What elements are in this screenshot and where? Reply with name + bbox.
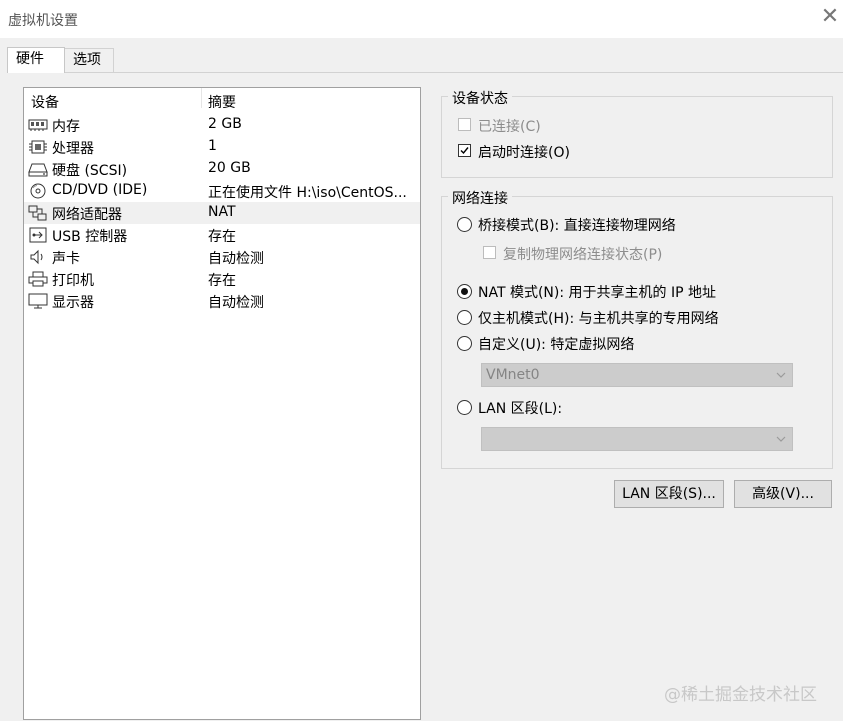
device-list[interactable]: 设备 摘要 内存 2 GB 处理器 1 硬盘 (SCSI) 20 GB CD/D… (23, 87, 421, 720)
device-summary: 存在 (208, 273, 236, 289)
column-header-summary[interactable]: 摘要 (208, 92, 236, 112)
advanced-button[interactable]: 高级(V)... (734, 480, 832, 508)
device-name: 打印机 (52, 273, 94, 289)
host-only-label: 仅主机模式(H): 与主机共享的专用网络 (478, 311, 719, 327)
device-summary: 20 GB (208, 160, 251, 176)
radio-circle (457, 284, 472, 299)
device-summary: 正在使用文件 H:\iso\CentOS... (208, 185, 407, 201)
chevron-down-icon (774, 368, 788, 382)
radio-circle (457, 310, 472, 325)
device-name: USB 控制器 (52, 229, 128, 245)
radio-circle (457, 217, 472, 232)
replicate-state-label: 复制物理网络连接状态(P) (503, 247, 663, 263)
connect-on-start-label: 启动时连接(O) (478, 145, 570, 161)
device-name: 显示器 (52, 295, 94, 311)
device-row-cd-dvd[interactable]: CD/DVD (IDE) 正在使用文件 H:\iso\CentOS... (24, 180, 420, 202)
device-row-display[interactable]: 显示器 自动检测 (24, 290, 420, 312)
column-header-device[interactable]: 设备 (31, 92, 59, 112)
device-summary: 自动检测 (208, 295, 264, 311)
close-icon[interactable]: ✕ (817, 4, 843, 30)
device-name: 硬盘 (SCSI) (52, 163, 128, 179)
device-row-sound-card[interactable]: 声卡 自动检测 (24, 246, 420, 268)
chevron-down-icon (774, 432, 788, 446)
lan-segment-label: LAN 区段(L): (478, 401, 563, 417)
column-separator (201, 88, 202, 108)
custom-network-value: VMnet0 (486, 367, 540, 383)
custom-label: 自定义(U): 特定虚拟网络 (478, 337, 635, 353)
memory-icon (28, 117, 48, 133)
network-connection-title: 网络连接 (448, 188, 512, 208)
watermark: @稀土掘金技术社区 (664, 685, 817, 705)
device-summary: 自动检测 (208, 251, 264, 267)
usb-icon (28, 227, 48, 243)
device-name: 内存 (52, 119, 80, 135)
monitor-icon (28, 293, 48, 309)
network-adapter-icon (28, 205, 48, 221)
radio-circle (457, 336, 472, 351)
title-bar: 虚拟机设置 ✕ (0, 0, 843, 38)
custom-network-select[interactable]: VMnet0 (481, 363, 793, 387)
connected-label: 已连接(C) (478, 119, 541, 135)
checkbox-box (458, 118, 471, 131)
nat-label: NAT 模式(N): 用于共享主机的 IP 地址 (478, 285, 716, 301)
device-row-processor[interactable]: 处理器 1 (24, 136, 420, 158)
device-row-hard-disk[interactable]: 硬盘 (SCSI) 20 GB (24, 158, 420, 180)
device-row-printer[interactable]: 打印机 存在 (24, 268, 420, 290)
cd-dvd-icon (28, 183, 48, 199)
device-row-memory[interactable]: 内存 2 GB (24, 114, 420, 136)
bridged-label: 桥接模式(B): 直接连接物理网络 (478, 218, 676, 234)
hard-disk-icon (28, 161, 48, 177)
radio-circle (457, 400, 472, 415)
device-name: 声卡 (52, 251, 80, 267)
device-status-group: 设备状态 已连接(C) 启动时连接(O) (441, 88, 833, 178)
device-summary: 1 (208, 138, 217, 154)
network-connection-group: 网络连接 桥接模式(B): 直接连接物理网络 复制物理网络连接状态(P) NAT… (441, 188, 833, 469)
speaker-icon (28, 249, 48, 265)
lan-segments-button[interactable]: LAN 区段(S)... (614, 480, 724, 508)
device-summary: NAT (208, 204, 236, 220)
printer-icon (28, 271, 48, 287)
radio-dot (461, 288, 468, 295)
device-name: 网络适配器 (52, 207, 122, 223)
device-name: 处理器 (52, 141, 94, 157)
device-row-usb[interactable]: USB 控制器 存在 (24, 224, 420, 246)
device-name: CD/DVD (IDE) (52, 182, 148, 198)
window-title: 虚拟机设置 (8, 13, 78, 29)
check-icon (460, 147, 469, 155)
device-status-title: 设备状态 (448, 88, 512, 108)
processor-icon (28, 139, 48, 155)
device-summary: 2 GB (208, 116, 242, 132)
lan-segment-select[interactable] (481, 427, 793, 451)
tab-options[interactable]: 选项 (64, 48, 114, 72)
device-summary: 存在 (208, 229, 236, 245)
checkbox-box (483, 246, 496, 259)
tab-hardware[interactable]: 硬件 (7, 47, 65, 73)
checkbox-box (458, 144, 471, 157)
device-row-network-adapter[interactable]: 网络适配器 NAT (24, 202, 420, 224)
